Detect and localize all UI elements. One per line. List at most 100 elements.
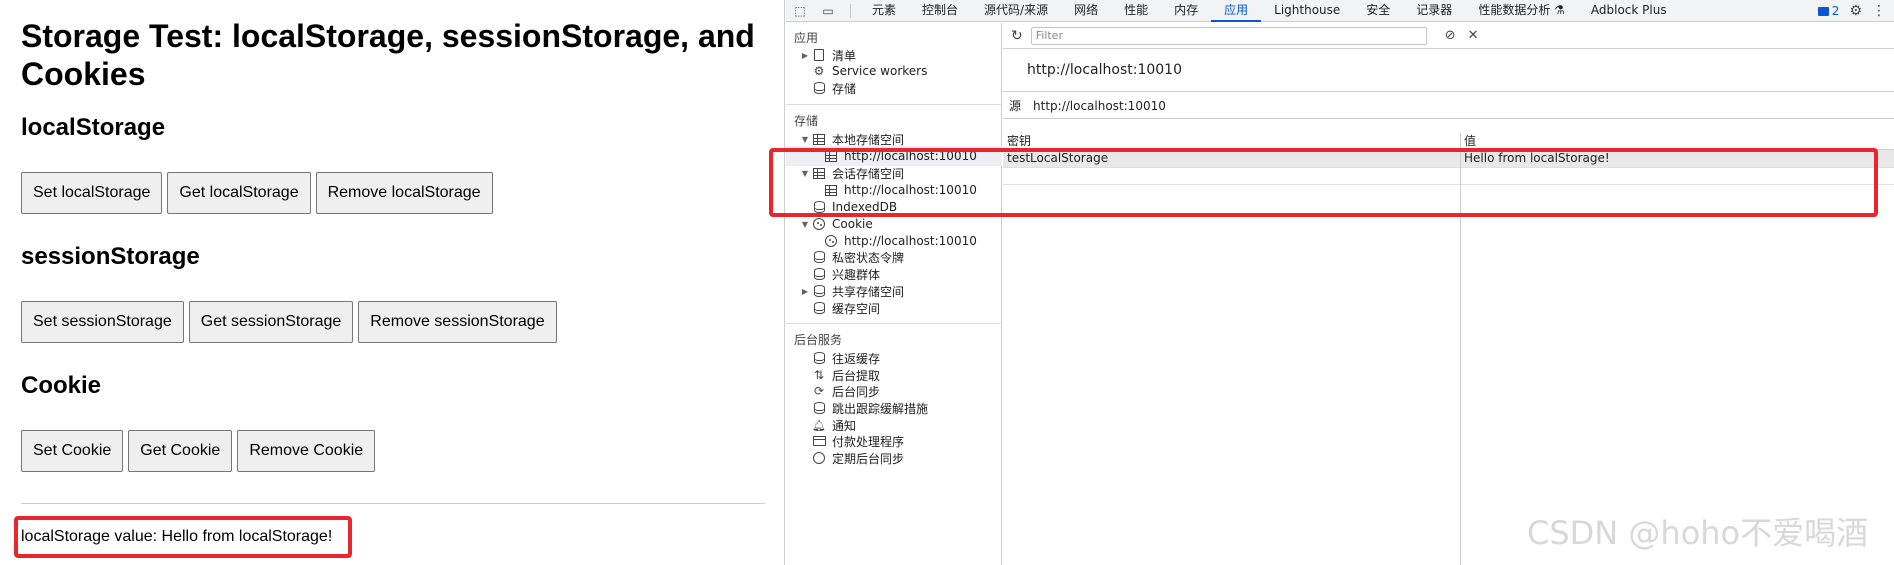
inspect-element-icon[interactable]: ⬚	[786, 0, 814, 22]
sidebar-section-background-services: 后台服务	[794, 333, 843, 347]
sidebar-item-cache-storage[interactable]: 缓存空间	[810, 298, 880, 318]
page-title: Storage Test: localStorage, sessionStora…	[21, 18, 755, 92]
column-header-key[interactable]: 密钥	[1007, 133, 1031, 149]
collapse-arrow-icon[interactable]: ▼	[800, 169, 810, 178]
set-localstorage-button[interactable]: Set localStorage	[21, 172, 163, 214]
sidebar-item-label: 共享存储空间	[832, 284, 905, 299]
row-divider	[1003, 184, 1894, 185]
sessionstorage-heading: sessionStorage	[21, 243, 200, 270]
sessionstorage-buttons: Set sessionStorage Get sessionStorage Re…	[21, 301, 557, 343]
issues-badge[interactable]: 2	[1817, 4, 1840, 18]
expand-arrow-icon[interactable]: ▶	[800, 287, 810, 296]
section-divider	[786, 104, 1002, 105]
up-down-arrows-icon: ⇅	[813, 368, 825, 382]
tab-application[interactable]: 应用	[1211, 0, 1262, 22]
sidebar-item-periodic-background-sync[interactable]: 定期后台同步	[810, 448, 904, 468]
devtools-tab-bar: ⬚ ▭ 元素 控制台 源代码/来源 网络 性能 内存 应用 Lighthouse…	[786, 0, 1894, 22]
credit-card-icon	[810, 434, 828, 448]
cookie-icon	[822, 234, 840, 248]
tab-performance[interactable]: 性能	[1111, 0, 1161, 22]
devtools-panel: ⬚ ▭ 元素 控制台 源代码/来源 网络 性能 内存 应用 Lighthouse…	[786, 0, 1894, 565]
collapse-arrow-icon[interactable]: ▼	[800, 135, 810, 144]
sidebar-item-label: 存储	[832, 81, 857, 96]
cookie-heading: Cookie	[21, 372, 102, 399]
section-divider	[786, 323, 1002, 324]
sidebar-item-label: 后台同步	[832, 384, 881, 399]
row-divider	[1003, 167, 1894, 168]
tab-console[interactable]: 控制台	[909, 0, 971, 22]
sidebar-item-label: 本地存储空间	[832, 132, 905, 147]
table-icon	[810, 166, 828, 180]
sidebar-section-storage: 存储	[794, 114, 819, 128]
sidebar-item-label: http://localhost:10010	[844, 149, 977, 163]
bell-icon: 🔔︎	[812, 418, 826, 432]
tab-network[interactable]: 网络	[1061, 0, 1111, 22]
database-icon	[810, 301, 828, 315]
result-output: localStorage value: Hello from localStor…	[21, 528, 333, 545]
sidebar-item-label: 兴趣群体	[832, 267, 881, 282]
tab-adblock-plus[interactable]: Adblock Plus	[1578, 0, 1680, 22]
database-icon	[810, 200, 828, 214]
row-value: Hello from localStorage!	[1464, 151, 1610, 165]
database-icon	[810, 250, 828, 264]
tab-lighthouse[interactable]: Lighthouse	[1261, 0, 1353, 22]
sidebar-item-label: 定期后台同步	[832, 451, 905, 466]
filter-input[interactable]	[1030, 26, 1427, 45]
get-sessionstorage-button[interactable]: Get sessionStorage	[188, 301, 354, 343]
tab-sources[interactable]: 源代码/来源	[971, 0, 1061, 22]
cookie-icon	[810, 217, 828, 231]
cookie-buttons: Set Cookie Get Cookie Remove Cookie	[21, 430, 376, 472]
remove-localstorage-button[interactable]: Remove localStorage	[315, 172, 493, 214]
sidebar-item-storage[interactable]: 存储	[810, 78, 856, 98]
delete-selected-icon[interactable]: ✕	[1468, 28, 1479, 43]
origin-label: 源	[1009, 99, 1022, 113]
sidebar-item-label: Cookie	[832, 217, 873, 231]
localstorage-heading: localStorage	[21, 114, 166, 141]
sidebar-item-label: 缓存空间	[832, 301, 881, 316]
column-header-value[interactable]: 值	[1464, 133, 1476, 149]
more-options-icon[interactable]: ⋮	[1872, 3, 1886, 19]
sidebar-item-label: 会话存储空间	[832, 166, 905, 181]
sidebar-item-label: http://localhost:10010	[844, 183, 977, 197]
origin-info-row: 源 http://localhost:10010	[1003, 93, 1894, 119]
tab-memory[interactable]: 内存	[1161, 0, 1211, 22]
storage-toolbar: ↻ ⊘ ✕	[1003, 23, 1894, 49]
get-cookie-button[interactable]: Get Cookie	[128, 430, 233, 472]
sidebar-section-application: 应用	[794, 31, 819, 45]
origin-header: http://localhost:10010	[1003, 49, 1894, 92]
issues-count: 2	[1831, 4, 1840, 18]
remove-sessionstorage-button[interactable]: Remove sessionStorage	[358, 301, 557, 343]
refresh-icon[interactable]: ↻	[1011, 28, 1023, 44]
document-icon	[810, 48, 828, 62]
set-sessionstorage-button[interactable]: Set sessionStorage	[21, 301, 184, 343]
storage-main-pane: ↻ ⊘ ✕ http://localhost:10010 源 http://lo…	[1003, 23, 1894, 565]
sidebar-item-label: http://localhost:10010	[844, 234, 977, 248]
collapse-arrow-icon[interactable]: ▼	[800, 220, 810, 229]
issues-icon	[1817, 6, 1829, 16]
divider	[21, 503, 765, 504]
table-icon	[822, 149, 840, 163]
tab-elements[interactable]: 元素	[859, 0, 909, 22]
device-toolbar-icon[interactable]: ▭	[814, 0, 842, 22]
settings-gear-icon[interactable]: ⚙	[1849, 3, 1862, 19]
devtools-right-controls: 2 ⚙ ⋮	[1817, 0, 1894, 22]
database-icon	[810, 81, 828, 95]
row-key: testLocalStorage	[1007, 151, 1109, 165]
table-row[interactable]: testLocalStorage Hello from localStorage…	[1003, 150, 1894, 167]
tab-recorder[interactable]: 记录器	[1403, 0, 1465, 22]
sidebar-item-label: 私密状态令牌	[832, 250, 905, 265]
remove-cookie-button[interactable]: Remove Cookie	[237, 430, 376, 472]
tab-performance-insights[interactable]: 性能数据分析 ⚗	[1465, 0, 1578, 22]
get-localstorage-button[interactable]: Get localStorage	[167, 172, 311, 214]
expand-arrow-icon[interactable]: ▶	[800, 51, 810, 60]
clear-all-icon[interactable]: ⊘	[1445, 28, 1456, 43]
storage-table: 密钥 值 testLocalStorage Hello from localSt…	[1003, 133, 1894, 565]
origin-value: http://localhost:10010	[1033, 98, 1166, 113]
tab-security[interactable]: 安全	[1353, 0, 1403, 22]
application-sidebar: 应用 ▶ 清单 ⚙ Service workers 存储 存储 ▼ 本地存储空间…	[786, 23, 1002, 565]
sidebar-item-label: 往返缓存	[832, 351, 881, 366]
set-cookie-button[interactable]: Set Cookie	[21, 430, 124, 472]
localstorage-buttons: Set localStorage Get localStorage Remove…	[21, 172, 493, 214]
table-icon	[822, 183, 840, 197]
sidebar-item-label: 付款处理程序	[832, 434, 905, 449]
